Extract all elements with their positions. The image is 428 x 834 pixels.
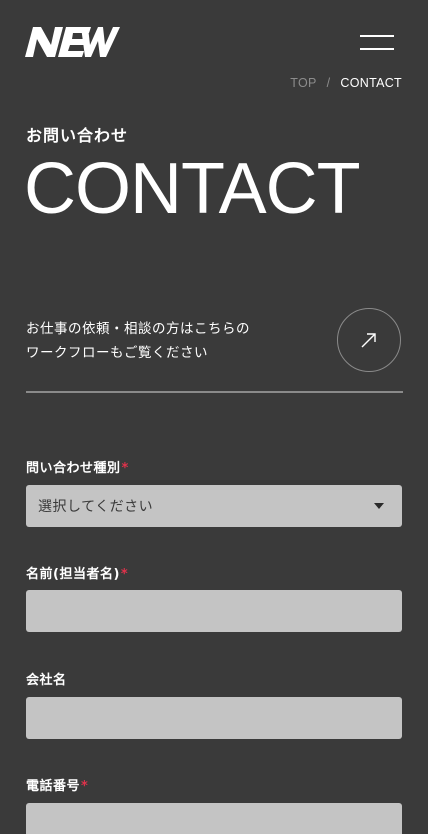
- required-mark: *: [120, 567, 129, 582]
- workflow-link-button[interactable]: [337, 308, 401, 372]
- phone-input[interactable]: [26, 803, 402, 834]
- company-input[interactable]: [26, 697, 402, 739]
- breadcrumb-current: CONTACT: [340, 76, 402, 90]
- hamburger-menu-icon[interactable]: [356, 30, 398, 56]
- name-label-text: 名前(担当者名): [26, 567, 120, 582]
- breadcrumb: TOP / CONTACT: [290, 76, 402, 90]
- required-mark: *: [81, 779, 89, 794]
- required-mark: *: [121, 461, 129, 476]
- workflow-text: お仕事の依頼・相談の方はこちらの ワークフローもご覧ください: [26, 317, 250, 365]
- breadcrumb-separator: /: [326, 76, 331, 90]
- page-subtitle: お問い合わせ: [26, 126, 129, 145]
- inquiry-type-label: 問い合わせ種別*: [26, 457, 129, 476]
- inquiry-type-select[interactable]: 選択してください: [26, 485, 402, 527]
- name-input[interactable]: [26, 590, 402, 632]
- name-label: 名前(担当者名)*: [26, 563, 128, 582]
- section-divider: [26, 391, 403, 393]
- page-title: CONTACT: [24, 149, 361, 229]
- brand-logo[interactable]: [25, 27, 120, 57]
- company-label-text: 会社名: [26, 673, 67, 688]
- breadcrumb-top-link[interactable]: TOP: [290, 76, 316, 90]
- inquiry-type-label-text: 問い合わせ種別: [26, 461, 121, 476]
- workflow-text-line-1: お仕事の依頼・相談の方はこちらの: [26, 321, 250, 337]
- workflow-text-line-2: ワークフローもご覧ください: [26, 345, 208, 361]
- inquiry-type-select-value: 選択してください: [38, 499, 154, 515]
- phone-label-text: 電話番号: [26, 779, 81, 794]
- phone-label: 電話番号*: [26, 775, 88, 794]
- company-label: 会社名: [26, 669, 67, 688]
- arrow-up-right-icon: [361, 333, 376, 348]
- chevron-down-icon: [374, 503, 384, 509]
